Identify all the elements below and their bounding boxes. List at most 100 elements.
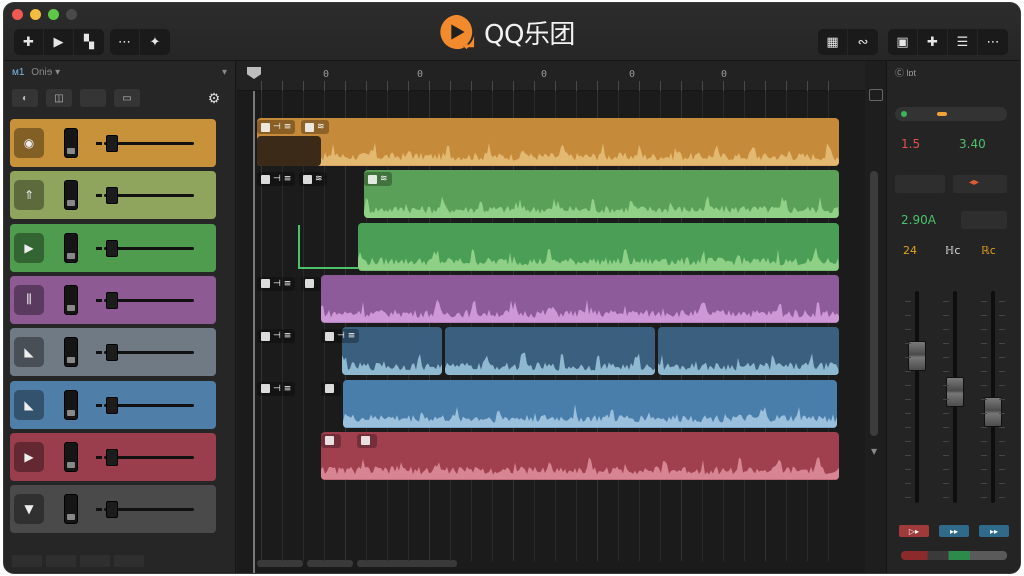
track-volume-fader[interactable] bbox=[64, 180, 78, 211]
region-label[interactable]: ⊣ ≡ bbox=[321, 329, 360, 344]
arrangement-area[interactable]: 0 0 0 0 0 ⊣ ≡ ≋ ⊣ ≡ ≋ ≋ ⊣ ≡ ⊣ ≡ ⊣ ≡ ⊣ ≡ bbox=[237, 61, 875, 573]
region-label[interactable] bbox=[301, 276, 321, 291]
instrument-icon[interactable]: ⫼ bbox=[14, 284, 44, 315]
settings-gear-icon[interactable]: ⚙ bbox=[201, 89, 227, 107]
instrument-icon[interactable]: ◣ bbox=[14, 389, 44, 420]
loop-region-button[interactable]: ▭ bbox=[114, 89, 140, 107]
instrument-icon[interactable]: ▶ bbox=[14, 441, 44, 472]
audio-region[interactable] bbox=[658, 327, 839, 376]
audio-region[interactable] bbox=[358, 222, 839, 271]
region-label[interactable]: ⊣ ≡ bbox=[257, 172, 296, 187]
audio-region[interactable] bbox=[257, 118, 839, 166]
timeline-ruler[interactable]: 0 0 0 0 0 bbox=[237, 61, 865, 91]
tempo-button[interactable]: ∾ bbox=[848, 29, 878, 55]
playhead[interactable] bbox=[253, 91, 255, 573]
track-header[interactable]: ▼ bbox=[10, 485, 216, 534]
fullscreen-button[interactable] bbox=[66, 9, 77, 20]
track-header[interactable]: ▶ bbox=[10, 223, 216, 272]
add-track-button[interactable]: ✚ bbox=[14, 29, 44, 55]
slider-knob[interactable] bbox=[106, 291, 118, 309]
track-volume-fader[interactable] bbox=[64, 337, 78, 368]
region-label[interactable]: ≋ bbox=[364, 172, 392, 187]
side-scrollbar-thumb[interactable] bbox=[870, 171, 878, 436]
audio-region[interactable] bbox=[321, 274, 839, 323]
track-pan-slider[interactable] bbox=[96, 494, 194, 524]
fx-slot-1[interactable]: 24 bbox=[903, 244, 917, 257]
input-field[interactable] bbox=[895, 175, 945, 193]
track-volume-fader[interactable] bbox=[64, 284, 78, 315]
track-header[interactable]: ◉ bbox=[10, 119, 216, 167]
tuner-button[interactable]: ✦ bbox=[140, 29, 170, 55]
track-volume-fader[interactable] bbox=[64, 128, 78, 158]
region-label[interactable]: ⊣ ≡ bbox=[257, 276, 296, 291]
track-pan-slider[interactable] bbox=[96, 180, 194, 210]
track-volume-fader[interactable] bbox=[64, 232, 78, 263]
slider-knob[interactable] bbox=[106, 344, 118, 362]
route-button-3[interactable]: ▸▸ bbox=[979, 525, 1009, 537]
track-header[interactable]: ◣ bbox=[10, 380, 216, 429]
chevron-down-icon[interactable]: ▾ bbox=[222, 67, 227, 78]
more-button[interactable]: ⋯ bbox=[978, 29, 1008, 55]
instrument-icon[interactable]: ◣ bbox=[14, 337, 44, 368]
track-header[interactable]: ⇑ bbox=[10, 171, 216, 220]
track-pan-slider[interactable] bbox=[96, 285, 194, 315]
slider-knob[interactable] bbox=[106, 396, 118, 414]
footer-button[interactable] bbox=[114, 555, 144, 567]
close-window-button[interactable] bbox=[12, 9, 23, 20]
audio-region[interactable] bbox=[364, 170, 839, 219]
arrange-horizontal-scrollbar[interactable] bbox=[257, 560, 457, 567]
play-button[interactable]: ▶ bbox=[44, 29, 74, 55]
instrument-icon[interactable]: ⇑ bbox=[14, 180, 44, 211]
slider-knob[interactable] bbox=[106, 187, 118, 205]
scroll-down-icon[interactable]: ▼ bbox=[871, 447, 877, 456]
track-pan-slider[interactable] bbox=[96, 233, 194, 263]
track-volume-fader[interactable] bbox=[64, 389, 78, 420]
channel-fader-1[interactable] bbox=[908, 341, 926, 371]
channel-fader-2[interactable] bbox=[946, 377, 964, 407]
toggle-inspector-button[interactable] bbox=[869, 89, 883, 101]
region-label[interactable]: ⊣ ≡ bbox=[257, 329, 296, 344]
fx-slot-2[interactable]: ℍc bbox=[945, 244, 960, 257]
minimize-window-button[interactable] bbox=[30, 9, 41, 20]
editor-button[interactable]: ▣ bbox=[888, 29, 918, 55]
mixer-button[interactable]: ✚ bbox=[918, 29, 948, 55]
instrument-icon[interactable]: ▼ bbox=[14, 494, 44, 525]
grid-view-button[interactable]: ◫ bbox=[46, 89, 72, 107]
channel-fader-3[interactable] bbox=[984, 397, 1002, 427]
instrument-icon[interactable]: ▶ bbox=[14, 232, 44, 263]
track-list-title[interactable]: Oniɘ bbox=[31, 67, 52, 78]
automation-line[interactable] bbox=[298, 224, 358, 269]
pan-marker[interactable] bbox=[937, 112, 947, 116]
footer-button[interactable] bbox=[12, 555, 42, 567]
audio-region[interactable] bbox=[343, 379, 837, 428]
track-header[interactable]: ◣ bbox=[10, 328, 216, 377]
slider-knob[interactable] bbox=[106, 501, 118, 519]
region-label[interactable]: ⊣ ≡ bbox=[257, 120, 296, 134]
region-label[interactable] bbox=[321, 433, 341, 448]
footer-button[interactable] bbox=[46, 555, 76, 567]
region-label[interactable]: ≋ bbox=[299, 172, 327, 187]
route-button-1[interactable]: ▷▸ bbox=[899, 525, 929, 537]
chevron-down-icon[interactable]: ▾ bbox=[55, 67, 60, 78]
list-button[interactable]: ☰ bbox=[948, 29, 978, 55]
region-label[interactable] bbox=[357, 433, 377, 448]
audio-region[interactable] bbox=[445, 327, 655, 376]
route-button-2[interactable]: ▸▸ bbox=[939, 525, 969, 537]
playhead-handle[interactable] bbox=[247, 67, 261, 79]
track-pan-slider[interactable] bbox=[96, 337, 194, 367]
pan-bar[interactable] bbox=[895, 107, 1007, 121]
slider-knob[interactable] bbox=[106, 448, 118, 466]
slider-knob[interactable] bbox=[106, 239, 118, 257]
slider-knob[interactable] bbox=[106, 135, 118, 152]
fx-slot-3[interactable]: ℝc bbox=[981, 244, 996, 257]
library-button[interactable]: ▦ bbox=[818, 29, 848, 55]
time-field[interactable] bbox=[961, 211, 1007, 229]
track-pan-slider[interactable] bbox=[96, 390, 194, 420]
region-label[interactable]: ≋ bbox=[301, 120, 329, 134]
region-label[interactable]: ⊣ ≡ bbox=[257, 381, 296, 396]
footer-button[interactable] bbox=[80, 555, 110, 567]
audio-region[interactable] bbox=[321, 431, 839, 480]
track-volume-fader[interactable] bbox=[64, 441, 78, 472]
track-header[interactable]: ⫼ bbox=[10, 275, 216, 324]
record-button[interactable]: ▚ bbox=[74, 29, 104, 55]
